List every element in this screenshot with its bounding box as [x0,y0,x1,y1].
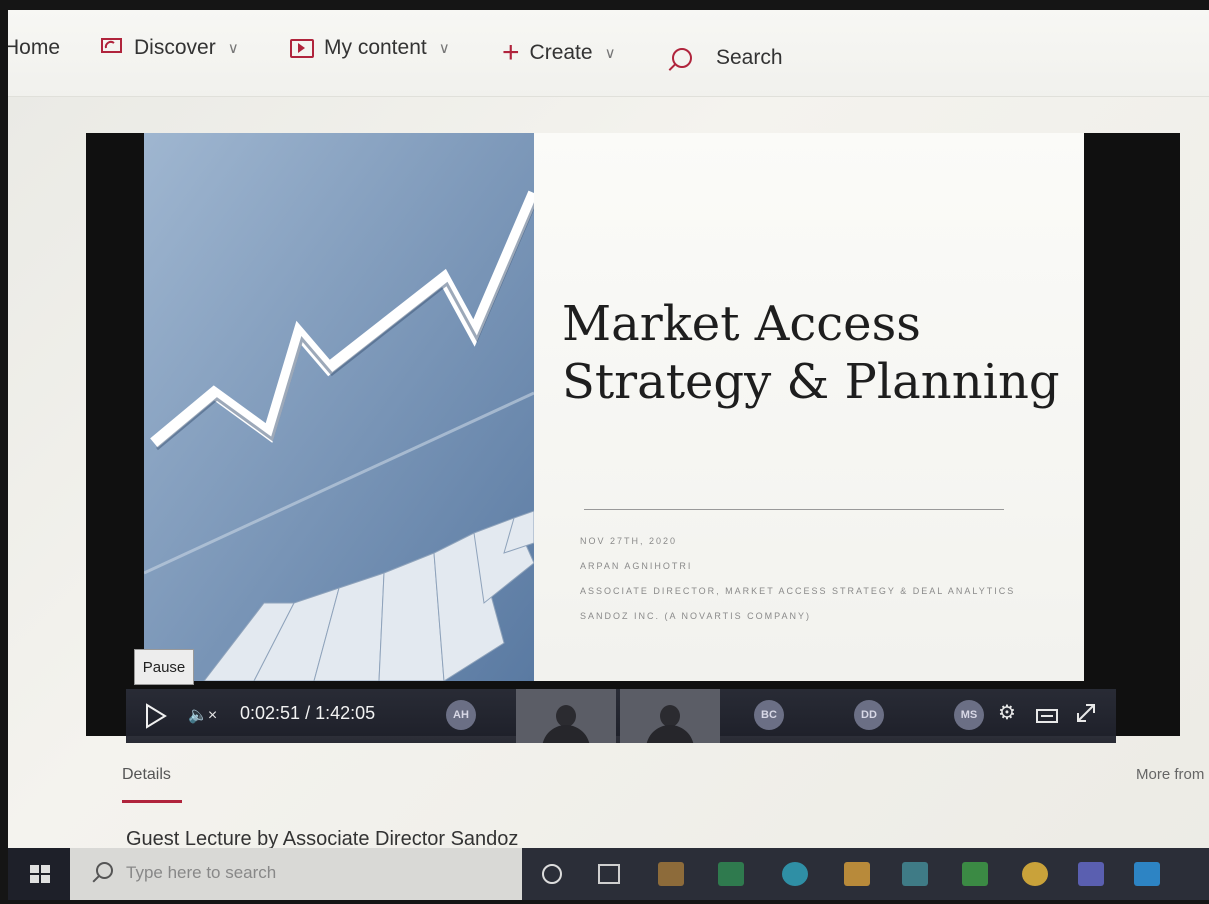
tab-details[interactable]: Details [122,766,171,784]
avatar: MS [954,700,984,730]
calculator-app-icon[interactable] [658,862,684,886]
volume-button[interactable]: 🔈× [188,705,217,725]
avatar: BC [754,700,784,730]
slide-meta: NOV 27TH, 2020 ARPAN AGNIHOTRI ASSOCIATE… [580,529,1040,629]
mute-icon: 🔈× [188,707,218,724]
participant-thumbnail [620,689,720,743]
plus-icon: + [502,36,520,69]
word-app-icon[interactable] [1134,862,1160,886]
duration: 1:42:05 [315,703,376,723]
slide-title-line1: Market Access [562,296,921,352]
participant-thumbnail [516,689,616,743]
avatar: AH [446,700,476,730]
tab-details-underline [122,800,182,803]
stairs-graph-image [144,133,534,681]
my-content-icon [290,38,314,58]
play-icon [146,703,167,729]
captions-icon [1036,709,1058,723]
windows-icon [30,865,50,883]
nav-home-label: Home [8,36,61,59]
time-display: 0:02:51 / 1:42:05 [240,703,375,724]
search-icon [96,862,113,879]
edge-app-icon[interactable] [782,862,808,886]
time-separator: / [305,703,311,723]
player-controls: 🔈× 0:02:51 / 1:42:05 AH BC DD MS ⚙ [126,689,1116,743]
task-view-icon[interactable] [598,864,620,884]
search-icon [672,48,692,68]
chevron-down-icon: ∨ [227,40,239,57]
taskbar: Type here to search [8,848,1209,900]
nav-discover-label: Discover [134,36,216,59]
excel-app-icon[interactable] [962,862,988,886]
captions-button[interactable] [1036,707,1058,727]
gear-icon: ⚙ [998,702,1016,724]
nav-search[interactable]: Search [672,46,783,70]
chevron-down-icon: ∨ [438,40,450,57]
mail-app-icon[interactable] [902,862,928,886]
nav-create-label: Create [529,41,593,64]
nav-my-content-label: My content [324,36,427,59]
current-time: 0:02:51 [240,703,301,723]
nav-create[interactable]: + Create ∨ [502,36,616,70]
more-from-heading: More from [1136,766,1205,783]
chrome-app-icon[interactable] [1022,862,1048,886]
excel-app-icon[interactable] [718,862,744,886]
slide: Market Access Strategy & Planning NOV 27… [144,133,1084,681]
slide-title: Market Access Strategy & Planning [562,295,1062,411]
slide-company: SANDOZ INC. (A NOVARTIS COMPANY) [580,611,812,621]
fullscreen-button[interactable] [1074,701,1098,729]
play-button[interactable] [144,703,168,734]
settings-button[interactable]: ⚙ [998,703,1016,723]
nav-discover[interactable]: Discover ∨ [100,36,239,60]
slide-presenter: ARPAN AGNIHOTRI [580,561,693,571]
slide-photo [144,133,534,681]
discover-icon [100,36,124,60]
taskbar-search[interactable]: Type here to search [70,848,522,900]
chevron-down-icon: ∨ [604,45,616,62]
start-button[interactable] [8,848,70,900]
avatar: DD [854,700,884,730]
video-player[interactable]: Market Access Strategy & Planning NOV 27… [86,133,1180,743]
slide-divider [584,509,1004,510]
expand-icon [1077,704,1095,722]
slide-role: ASSOCIATE DIRECTOR, MARKET ACCESS STRATE… [580,586,1016,596]
teams-app-icon[interactable] [1078,862,1104,886]
slide-title-line2: Strategy & Planning [562,354,1060,410]
cortana-icon[interactable] [542,864,562,884]
top-nav: Home Discover ∨ My content ∨ + Create ∨ … [8,10,1209,97]
nav-search-label: Search [716,46,783,69]
pause-tooltip: Pause [134,649,194,685]
nav-my-content[interactable]: My content ∨ [290,36,450,60]
store-app-icon[interactable] [844,862,870,886]
nav-home[interactable]: Home [8,36,60,60]
screen: Home Discover ∨ My content ∨ + Create ∨ … [8,10,1209,900]
taskbar-search-placeholder: Type here to search [126,863,277,882]
slide-date: NOV 27TH, 2020 [580,536,678,546]
